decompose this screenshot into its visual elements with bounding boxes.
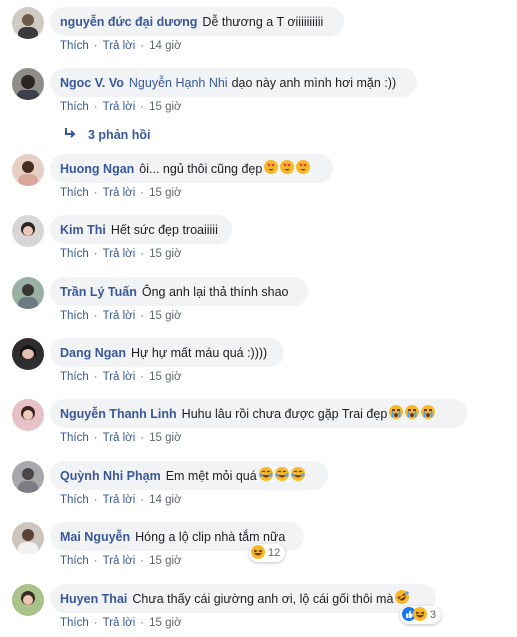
like-link[interactable]: Thích	[60, 555, 89, 567]
tears-of-joy-emoji-icon	[258, 467, 273, 484]
comment-actions: Thích · Trả lời · 14 giờ	[60, 40, 182, 52]
reply-link[interactable]: Trả lời	[103, 310, 136, 322]
comment-actions: Thích · Trả lời · 14 giờ	[60, 494, 182, 506]
comment-author[interactable]: Mai Nguyễn	[60, 530, 130, 544]
like-link[interactable]: Thích	[60, 494, 89, 506]
avatar[interactable]	[12, 154, 44, 186]
rofl-emoji-icon	[395, 590, 410, 607]
reaction-summary[interactable]: 12	[249, 544, 286, 562]
avatar[interactable]	[12, 399, 44, 431]
avatar[interactable]	[12, 68, 44, 100]
comment-bubble: Ngoc V. Vo Nguyễn Hạnh Nhi dạo này anh m…	[50, 68, 417, 97]
comment-actions: Thích · Trả lời · 15 giờ	[60, 310, 182, 322]
comment-bubble: nguyễn đức đại dương Dễ thương a T ơiiii…	[50, 7, 344, 36]
mention-link[interactable]: Nguyễn Hạnh Nhi	[129, 76, 228, 90]
comment-time[interactable]: 15 giờ	[149, 310, 181, 322]
reply-link[interactable]: Trả lời	[103, 101, 136, 113]
reply-link[interactable]: Trả lời	[103, 555, 136, 567]
tears-of-joy-emoji-icon	[290, 467, 305, 484]
reply-link[interactable]: Trả lời	[103, 432, 136, 444]
avatar[interactable]	[12, 338, 44, 370]
comment-time[interactable]: 14 giờ	[149, 40, 181, 52]
like-link[interactable]: Thích	[60, 371, 89, 383]
comment-bubble: Nguyễn Thanh Linh Huhu lâu rồi chưa được…	[50, 399, 467, 428]
comment-author[interactable]: Dang Ngan	[60, 346, 126, 360]
replies-count-label[interactable]: 3 phản hồi	[88, 128, 151, 142]
comment-bubble: Quỳnh Nhi Phạm Em mệt mỏi quá	[50, 461, 328, 490]
comment-time[interactable]: 14 giờ	[149, 494, 181, 506]
comment-actions: Thích · Trả lời · 15 giờ	[60, 432, 182, 444]
reply-link[interactable]: Trả lời	[103, 248, 136, 260]
comment-author[interactable]: Trần Lý Tuấn	[60, 285, 137, 299]
comment-author[interactable]: Huyen Thai	[60, 592, 127, 606]
comment-author[interactable]: Huong Ngan	[60, 162, 134, 176]
comment-time[interactable]: 15 giờ	[149, 617, 181, 629]
heart-eyes-emoji-icon	[280, 160, 295, 177]
comment-author[interactable]: Quỳnh Nhi Phạm	[60, 469, 161, 483]
view-replies-link[interactable]: 3 phản hồi	[64, 127, 151, 142]
like-link[interactable]: Thích	[60, 432, 89, 444]
comment-text: Dễ thương a T ơiiiiiiiiii	[202, 14, 324, 29]
reaction-count: 12	[268, 547, 281, 559]
comment-actions: Thích · Trả lời · 15 giờ	[60, 617, 182, 629]
comment-text: Huhu lâu rồi chưa được gặp Trai đẹp	[181, 406, 388, 421]
comment-text: Em mệt mỏi quá	[165, 468, 257, 483]
like-link[interactable]: Thích	[60, 40, 89, 52]
tears-of-joy-emoji-icon	[274, 467, 289, 484]
avatar[interactable]	[12, 215, 44, 247]
heart-eyes-emoji-icon	[296, 160, 311, 177]
comment-text: Hết sức đẹp troaiiiii	[110, 222, 218, 237]
comment-actions: Thích · Trả lời · 15 giờ	[60, 187, 182, 199]
comment-time[interactable]: 15 giờ	[149, 555, 181, 567]
comment-author[interactable]: nguyễn đức đại dương	[60, 15, 197, 29]
comment-bubble: Dang Ngan Hự hự mất máu quá :))))	[50, 338, 284, 367]
comment-text: Hóng a lộ clip nhà tắm nữa	[135, 529, 286, 544]
reply-arrow-icon	[64, 127, 76, 142]
crying-emoji-icon	[421, 405, 436, 422]
comment-time[interactable]: 15 giờ	[149, 432, 181, 444]
comment-text: dạo này anh mình hơi mặn :))	[231, 75, 397, 90]
reply-link[interactable]: Trả lời	[103, 494, 136, 506]
like-link[interactable]: Thích	[60, 101, 89, 113]
comment-text: Chưa thấy cái giường anh ơi, lộ cái gối …	[132, 591, 394, 606]
comment-text: Hự hự mất máu quá :))))	[130, 345, 268, 360]
comment-actions: Thích · Trả lời · 15 giờ	[60, 101, 182, 113]
like-link[interactable]: Thích	[60, 310, 89, 322]
comment-bubble: Huyen Thai Chưa thấy cái giường anh ơi, …	[50, 584, 436, 613]
comment-text: Ông anh lại thả thính shao	[141, 284, 289, 299]
reply-link[interactable]: Trả lời	[103, 371, 136, 383]
haha-icon	[251, 544, 265, 562]
comment-time[interactable]: 15 giờ	[149, 248, 181, 260]
avatar[interactable]	[12, 584, 44, 616]
comment-time[interactable]: 15 giờ	[149, 101, 181, 113]
heart-eyes-emoji-icon	[264, 160, 279, 177]
crying-emoji-icon	[405, 405, 420, 422]
like-link[interactable]: Thích	[60, 248, 89, 260]
reaction-summary[interactable]: 3	[400, 606, 442, 624]
haha-reaction-icon	[413, 606, 427, 624]
like-link[interactable]: Thích	[60, 617, 89, 629]
comment-time[interactable]: 15 giờ	[149, 371, 181, 383]
avatar[interactable]	[12, 277, 44, 309]
comment-bubble: Kim Thi Hết sức đẹp troaiiiii	[50, 215, 232, 244]
reply-link[interactable]: Trả lời	[103, 617, 136, 629]
avatar[interactable]	[12, 461, 44, 493]
comment-actions: Thích · Trả lời · 15 giờ	[60, 371, 182, 383]
comment-author[interactable]: Nguyễn Thanh Linh	[60, 407, 177, 421]
like-link[interactable]: Thích	[60, 187, 89, 199]
comment-text: ôi... ngủ thôi cũng đẹp	[139, 161, 263, 176]
reply-link[interactable]: Trả lời	[103, 187, 136, 199]
comment-actions: Thích · Trả lời · 15 giờ	[60, 248, 182, 260]
avatar[interactable]	[12, 522, 44, 554]
comment-author[interactable]: Ngoc V. Vo	[60, 76, 124, 90]
comment-author[interactable]: Kim Thi	[60, 223, 106, 237]
comment-actions: Thích · Trả lời · 15 giờ	[60, 555, 182, 567]
comment-time[interactable]: 15 giờ	[149, 187, 181, 199]
reaction-count: 3	[430, 609, 437, 621]
reply-link[interactable]: Trả lời	[103, 40, 136, 52]
avatar[interactable]	[12, 7, 44, 39]
comment-bubble: Trần Lý Tuấn Ông anh lại thả thính shao	[50, 277, 308, 306]
comment-bubble: Huong Ngan ôi... ngủ thôi cũng đẹp	[50, 154, 333, 183]
crying-emoji-icon	[389, 405, 404, 422]
